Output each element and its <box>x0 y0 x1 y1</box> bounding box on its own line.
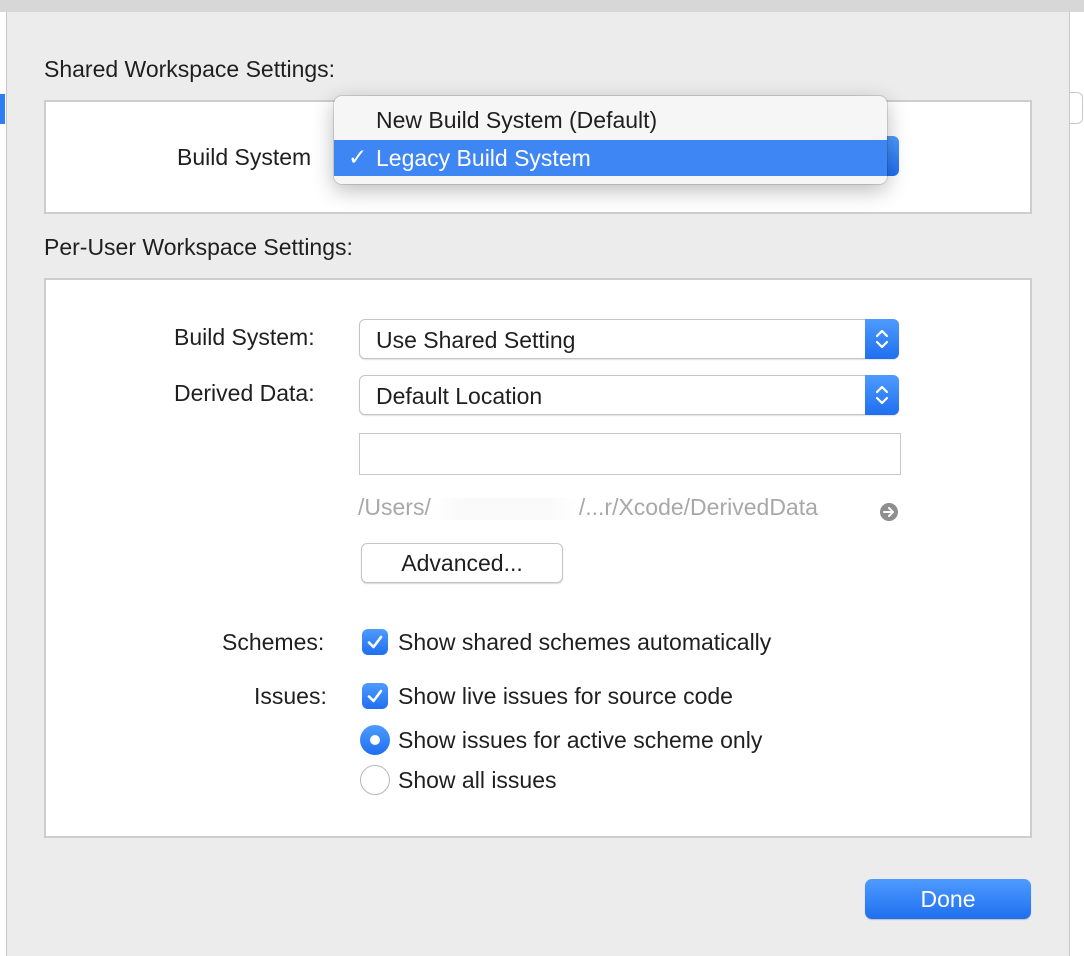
checkmark-icon <box>367 635 383 649</box>
done-button[interactable]: Done <box>865 879 1031 919</box>
issues-label: Issues: <box>254 683 327 709</box>
checkmark-icon: ✓ <box>348 144 368 170</box>
shared-build-system-label: Build System <box>177 144 312 170</box>
advanced-button[interactable]: Advanced... <box>361 543 563 583</box>
live-issues-checkbox[interactable] <box>362 683 388 709</box>
build-system-popup[interactable]: Use Shared Setting <box>359 319 899 359</box>
build-system-value: Use Shared Setting <box>376 327 576 353</box>
derived-data-path: /Users/ /...r/Xcode/DerivedData <box>358 494 818 521</box>
reveal-arrow-icon[interactable] <box>879 502 899 522</box>
menu-item-label: Legacy Build System <box>376 145 591 171</box>
active-scheme-label[interactable]: Show issues for active scheme only <box>398 727 762 754</box>
derived-data-popup[interactable]: Default Location <box>359 375 899 415</box>
workspace-settings-sheet: Shared Workspace Settings: Build System … <box>7 12 1069 956</box>
per-user-settings-title: Per-User Workspace Settings: <box>44 234 353 260</box>
custom-derived-data-path-field[interactable] <box>359 433 901 475</box>
background-selection <box>0 94 5 124</box>
background-field <box>1070 92 1083 124</box>
background-right-pane <box>1069 12 1084 956</box>
path-suffix: /...r/Xcode/DerivedData <box>578 494 818 520</box>
chevron-updown-icon <box>865 375 899 415</box>
redacted-username <box>430 497 579 520</box>
all-issues-label[interactable]: Show all issues <box>398 767 557 794</box>
schemes-label: Schemes: <box>222 629 325 655</box>
menu-item-legacy-build-system[interactable]: ✓ Legacy Build System <box>334 140 887 176</box>
all-issues-radio[interactable] <box>360 765 390 795</box>
checkmark-icon <box>367 689 383 703</box>
derived-data-label: Derived Data: <box>174 380 315 406</box>
shared-settings-title: Shared Workspace Settings: <box>44 56 336 82</box>
live-issues-label[interactable]: Show live issues for source code <box>398 683 733 710</box>
schemes-checkbox[interactable] <box>362 629 388 655</box>
menu-item-label: New Build System (Default) <box>376 107 658 133</box>
background-left-pane <box>0 12 7 956</box>
build-system-label: Build System: <box>174 324 315 350</box>
build-system-menu: New Build System (Default) ✓ Legacy Buil… <box>334 96 887 184</box>
path-prefix: /Users/ <box>358 494 431 520</box>
menu-item-new-build-system[interactable]: New Build System (Default) <box>334 102 887 138</box>
schemes-checkbox-label[interactable]: Show shared schemes automatically <box>398 629 771 656</box>
derived-data-value: Default Location <box>376 383 543 409</box>
active-scheme-radio[interactable] <box>360 725 390 755</box>
chevron-updown-icon <box>865 319 899 359</box>
